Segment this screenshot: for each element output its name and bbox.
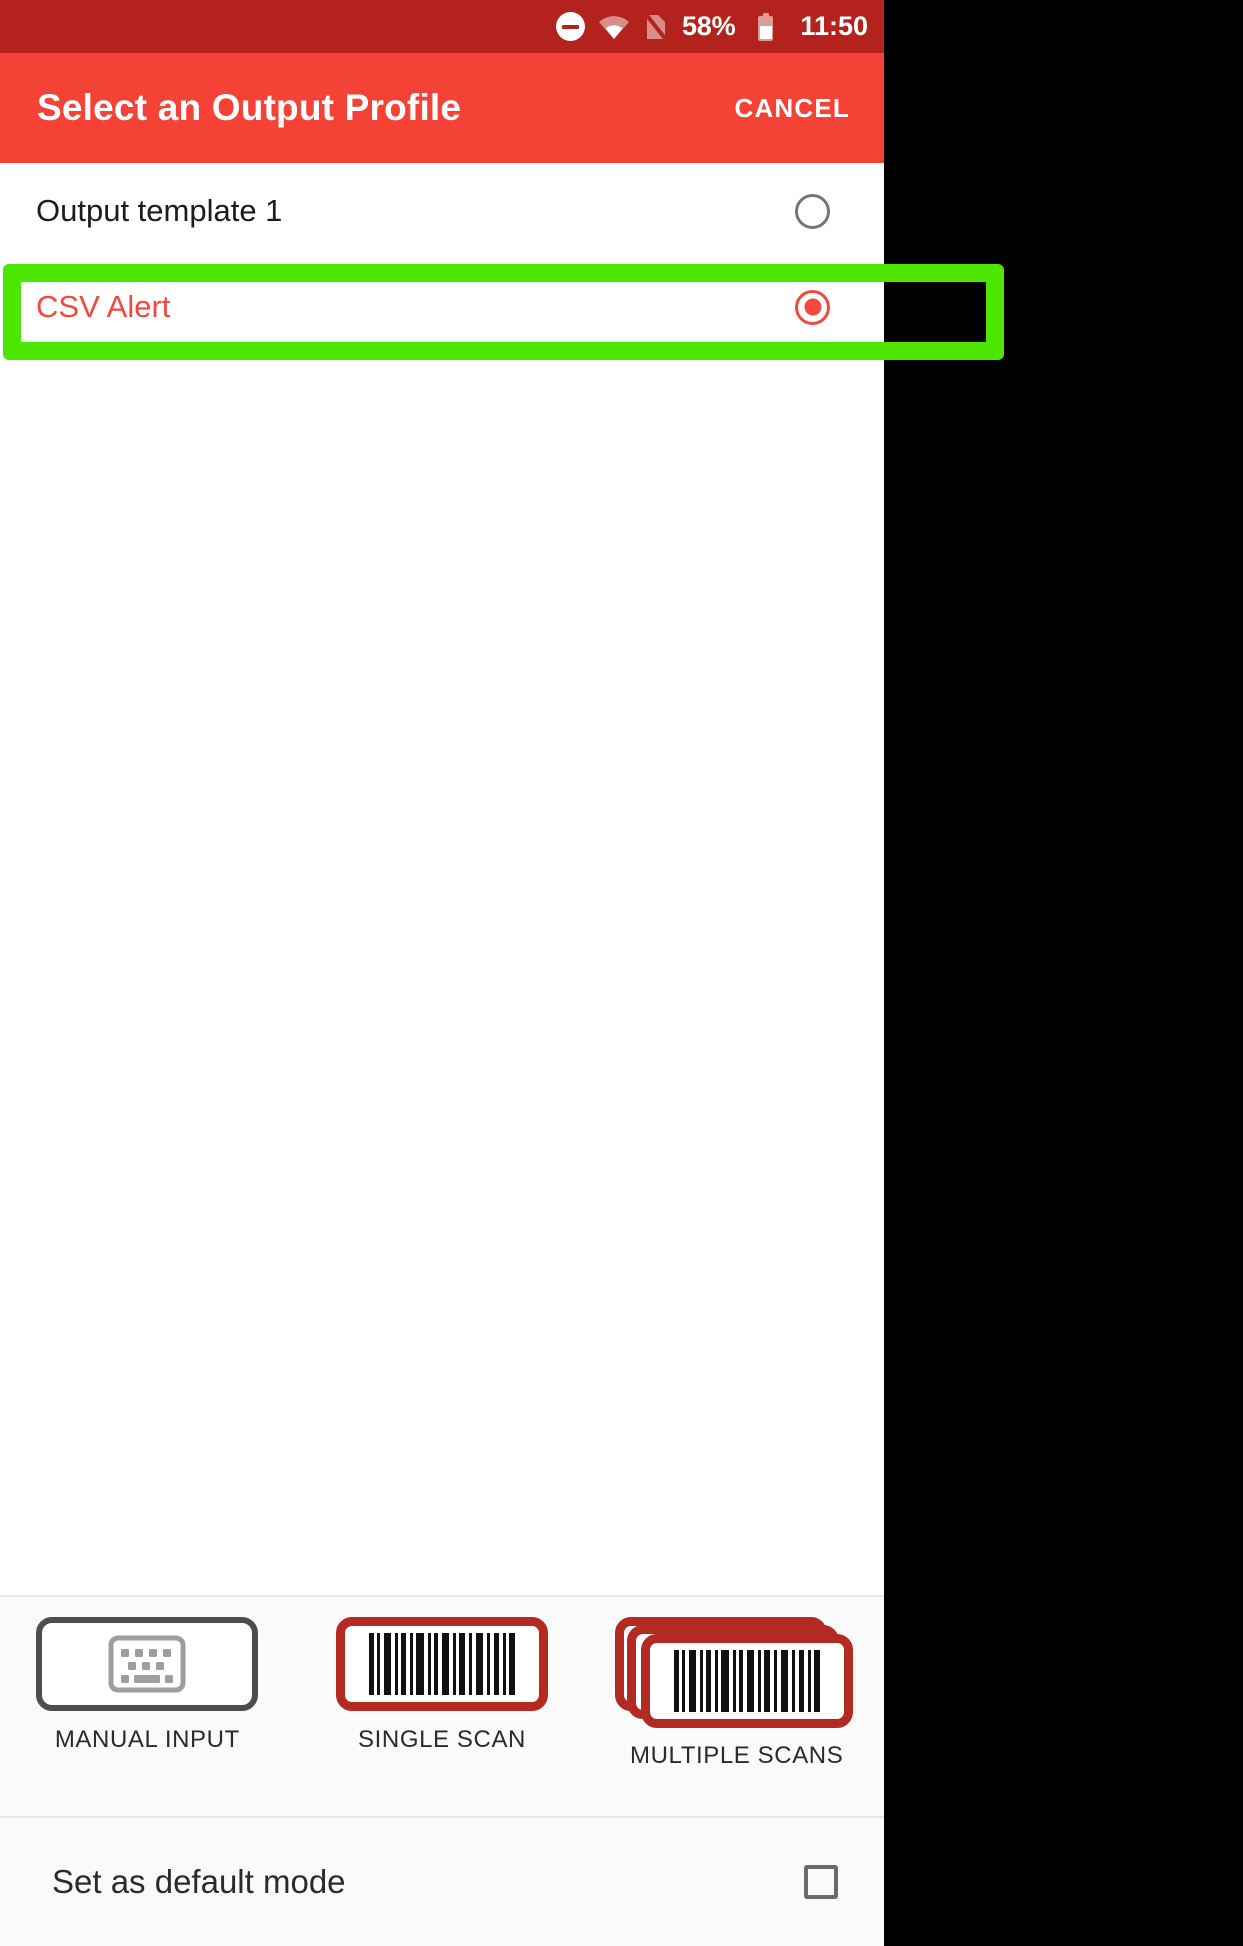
list-item-csv-alert[interactable]: CSV Alert	[0, 259, 884, 355]
list-item-output-template-1[interactable]: Output template 1	[0, 163, 884, 259]
phone-screen: 58% 11:50 Select an Output Profile CANCE…	[0, 0, 884, 1946]
set-as-default-mode-row[interactable]: Set as default mode	[0, 1816, 884, 1946]
radio-button-unselected[interactable]	[795, 193, 830, 229]
battery-percent-label: 58%	[681, 11, 736, 41]
profile-label: Output template 1	[36, 193, 283, 228]
do-not-disturb-icon	[555, 12, 585, 41]
scan-mode-bar: MANUAL INPUT SINGLE SCAN MULTIPLE SCANS	[0, 1595, 884, 1816]
page-title: Select an Output Profile	[37, 87, 462, 128]
cancel-button[interactable]: CANCEL	[734, 93, 850, 124]
output-profile-list: Output template 1 CSV Alert	[0, 163, 884, 355]
mode-label: SINGLE SCAN	[358, 1726, 526, 1753]
status-bar: 58% 11:50	[0, 0, 884, 53]
set-as-default-mode-label: Set as default mode	[52, 1863, 346, 1900]
radio-button-selected[interactable]	[795, 289, 830, 325]
app-bar: Select an Output Profile CANCEL	[0, 53, 884, 163]
set-as-default-mode-checkbox[interactable]	[804, 1865, 838, 1899]
mode-label: MANUAL INPUT	[54, 1726, 240, 1753]
barcode-front	[641, 1634, 854, 1728]
mode-manual-input[interactable]: MANUAL INPUT	[0, 1597, 295, 1754]
mode-multiple-scans[interactable]: MULTIPLE SCANS	[589, 1597, 884, 1770]
battery-percent-text: 58%	[681, 11, 736, 41]
barcode-icon	[336, 1617, 548, 1711]
clock-text: 11:50	[800, 11, 868, 41]
clock: 11:50	[786, 13, 868, 40]
sim-off-icon	[643, 11, 669, 42]
battery-icon	[748, 12, 774, 41]
keyboard-icon	[36, 1617, 259, 1711]
mode-label: MULTIPLE SCANS	[630, 1742, 844, 1769]
barcode-stack-icon	[615, 1617, 858, 1728]
wifi-icon	[598, 14, 630, 40]
mode-single-scan[interactable]: SINGLE SCAN	[295, 1597, 590, 1754]
bottom-area: MANUAL INPUT SINGLE SCAN MULTIPLE SCANS …	[0, 1595, 884, 1946]
profile-label: CSV Alert	[36, 289, 171, 324]
